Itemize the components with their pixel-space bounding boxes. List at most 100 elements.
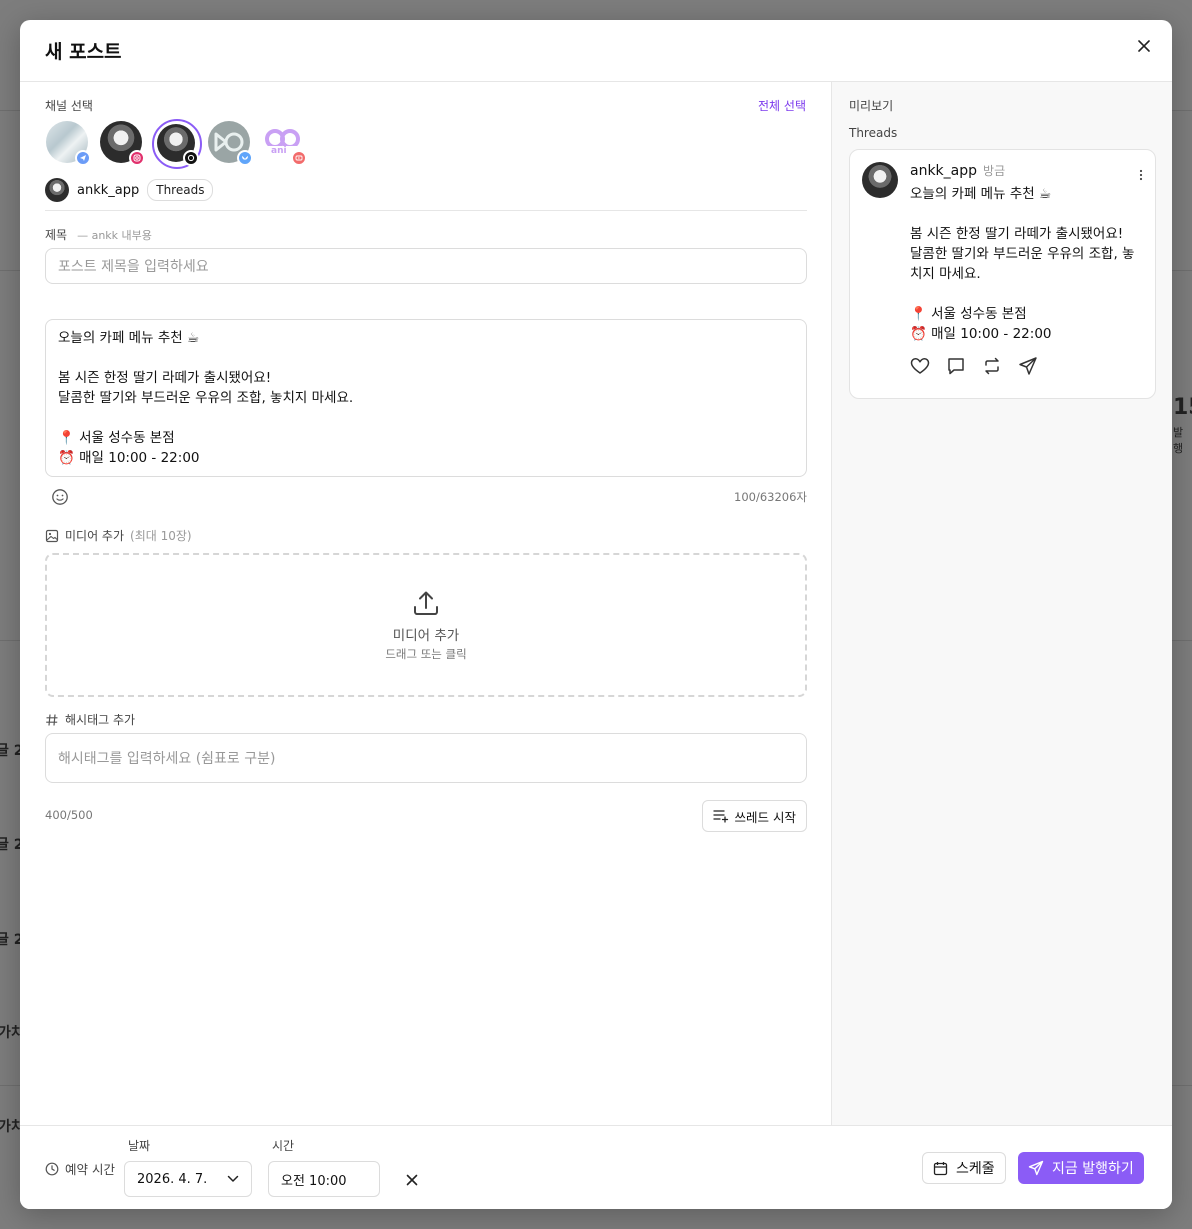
dropzone-subtitle: 드래그 또는 클릭 (385, 647, 467, 661)
content-textarea[interactable]: 오늘의 카페 메뉴 추천 ☕ 봄 시즌 한정 딸기 라떼가 출시됐어요! 달콤한… (45, 319, 807, 477)
chevron-down-icon (227, 1175, 239, 1182)
time-caption: 시간 (272, 1139, 295, 1153)
new-post-modal: 새 포스트 채널 선택 전체 선택 ani ankk_app Threads 제… (20, 20, 1172, 1209)
clear-schedule-button[interactable] (406, 1171, 422, 1187)
backdrop-text: 발행 (1173, 426, 1184, 455)
calendar-icon (933, 1161, 948, 1175)
backdrop-text: 15 (1173, 395, 1192, 420)
channel-avatar-threads[interactable] (152, 119, 202, 169)
modal-header: 새 포스트 (20, 20, 1172, 82)
preview-line: 봄 시즌 한정 딸기 라떼가 출시됐어요! (910, 226, 1124, 242)
selected-channel-row: ankk_app Threads (45, 178, 214, 202)
media-limit: (최대 10장) (130, 529, 192, 543)
emoji-button[interactable] (51, 488, 69, 506)
channel-select-label: 채널 선택 (45, 99, 93, 113)
repost-icon (982, 356, 1002, 376)
media-label: 미디어 추가 (65, 529, 125, 543)
hash-icon (46, 713, 58, 726)
preview-line: 달콤한 딸기와 부드러운 우유의 조합, 놓치지 마세요. (910, 246, 1135, 282)
date-caption: 날짜 (128, 1139, 151, 1153)
preview-platform-label: Threads (849, 126, 898, 140)
content-line (58, 408, 794, 428)
preview-body: 오늘의 카페 메뉴 추천 ☕ 봄 시즌 한정 딸기 라떼가 출시됐어요! 달콤한… (910, 184, 1146, 344)
select-all-link[interactable]: 전체 선택 (758, 97, 806, 114)
preview-label: 미리보기 (849, 99, 894, 113)
start-thread-label: 쓰레드 시작 (734, 809, 796, 825)
schedule-button-label: 스케줄 (956, 1161, 995, 1177)
comment-icon (946, 356, 966, 376)
close-button[interactable] (1134, 36, 1154, 56)
byte-count: 400/500 (45, 808, 93, 822)
bluesky-icon (237, 150, 253, 166)
preview-line: 오늘의 카페 메뉴 추천 ☕ (910, 186, 1052, 202)
list-plus-icon (712, 810, 728, 823)
platform-chip: Threads (147, 179, 214, 201)
preview-line: 📍 서울 성수동 본점 (910, 306, 1027, 322)
hashtag-label: 해시태그 추가 (65, 713, 136, 727)
channel-avatar-telegram[interactable] (45, 120, 91, 166)
preview-author-name: ankk_app (910, 163, 978, 179)
preview-line (910, 284, 1146, 304)
youtube-icon (291, 150, 307, 166)
telegram-icon (75, 150, 91, 166)
channel-avatar-bluesky[interactable] (207, 120, 253, 166)
preview-author-row: ankk_app 방금 (910, 162, 1005, 179)
schedule-label-row: 예약 시간 (45, 1159, 115, 1178)
date-value: 2026. 4. 7. (137, 1171, 208, 1187)
share-icon (1018, 356, 1038, 376)
clock-icon (45, 1162, 59, 1175)
avatar (862, 162, 898, 198)
preview-timestamp: 방금 (983, 164, 1006, 178)
modal-footer: 예약 시간 날짜 시간 2026. 4. 7. 오전 10:00 스케줄 지금 … (20, 1125, 1172, 1209)
time-value: 오전 10:00 (281, 1173, 347, 1189)
title-input[interactable]: 포스트 제목을 입력하세요 (45, 248, 807, 284)
threads-preview-card: ankk_app 방금 오늘의 카페 메뉴 추천 ☕ 봄 시즌 한정 딸기 라떼… (849, 149, 1156, 399)
svg-text:ani: ani (271, 146, 287, 156)
preview-actions (910, 356, 1038, 376)
media-dropzone[interactable]: 미디어 추가 드래그 또는 클릭 (45, 553, 807, 697)
content-line (58, 348, 794, 368)
channel-avatar-instagram[interactable] (99, 120, 145, 166)
content-line: 📍 서울 성수동 본점 (58, 430, 175, 446)
schedule-button[interactable]: 스케줄 (922, 1152, 1006, 1184)
more-vertical-icon (1139, 169, 1143, 181)
channel-avatar-youtube[interactable]: ani (261, 120, 307, 166)
divider (45, 210, 807, 211)
start-thread-button[interactable]: 쓰레드 시작 (701, 800, 807, 832)
more-options-button[interactable] (1139, 166, 1143, 185)
time-input[interactable]: 오전 10:00 (268, 1161, 380, 1197)
content-line: 오늘의 카페 메뉴 추천 ☕ (58, 330, 200, 346)
selected-channel-name: ankk_app (77, 182, 140, 198)
title-hint: — ankk 내부용 (77, 229, 152, 242)
dropzone-title: 미디어 추가 (392, 628, 460, 644)
title-label: 제목 (45, 228, 68, 242)
heart-icon (910, 356, 930, 376)
date-select[interactable]: 2026. 4. 7. (124, 1161, 252, 1197)
avatar (45, 178, 69, 202)
content-line: ⏰ 매일 10:00 - 22:00 (58, 450, 200, 466)
image-icon (45, 529, 59, 542)
preview-line (910, 204, 1146, 224)
publish-now-button[interactable]: 지금 발행하기 (1018, 1152, 1144, 1184)
threads-icon (183, 150, 199, 166)
modal-title: 새 포스트 (45, 41, 122, 63)
media-label-row: 미디어 추가 (최대 10장) (45, 527, 192, 544)
close-icon (406, 1174, 418, 1186)
hashtag-label-row: 해시태그 추가 (45, 711, 135, 728)
preview-panel: 미리보기 Threads ankk_app 방금 오늘의 카페 메뉴 추천 ☕ … (831, 82, 1172, 1125)
char-count: 100/63206자 (734, 490, 807, 504)
send-icon (1028, 1160, 1044, 1176)
hashtag-input[interactable]: 해시태그를 입력하세요 (쉼표로 구분) (45, 733, 807, 783)
smiley-icon (52, 489, 68, 505)
upload-icon (414, 591, 438, 615)
close-icon (1138, 40, 1150, 52)
editor-panel: 채널 선택 전체 선택 ani ankk_app Threads 제목 — an… (20, 82, 831, 1125)
publish-now-label: 지금 발행하기 (1052, 1161, 1134, 1177)
schedule-label: 예약 시간 (65, 1162, 115, 1177)
title-label-row: 제목 — ankk 내부용 (45, 226, 152, 243)
content-line: 봄 시즌 한정 딸기 라떼가 출시됐어요! (58, 370, 272, 386)
content-line: 달콤한 딸기와 부드러운 우유의 조합, 놓치지 마세요. (58, 390, 354, 406)
preview-line: ⏰ 매일 10:00 - 22:00 (910, 326, 1052, 342)
instagram-icon (129, 150, 145, 166)
channel-avatar-list: ani (45, 119, 307, 169)
